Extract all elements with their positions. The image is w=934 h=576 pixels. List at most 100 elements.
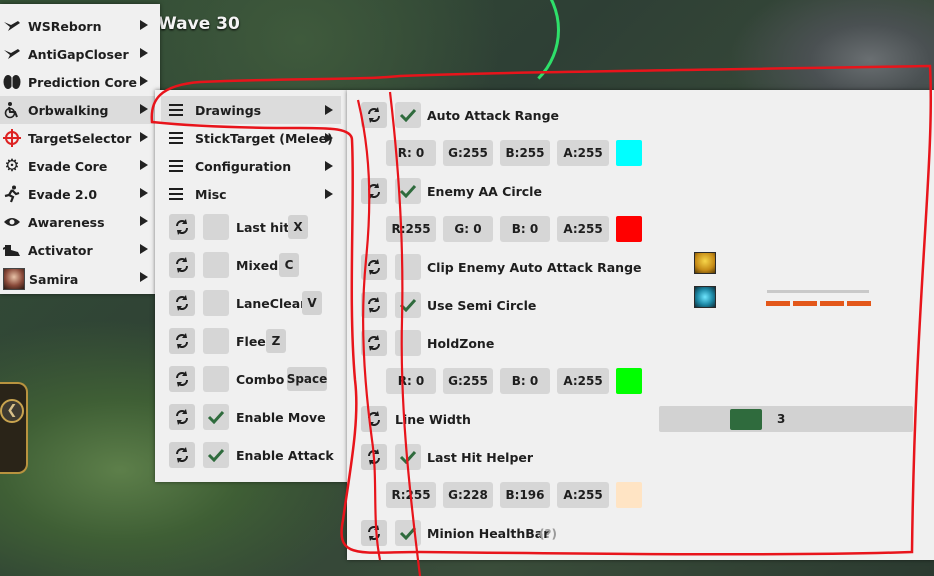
color-a-field[interactable]: A:255	[557, 140, 609, 166]
color-swatch[interactable]	[616, 140, 642, 166]
color-swatch[interactable]	[616, 368, 642, 394]
last-hit-helper-checkbox[interactable]	[395, 444, 421, 470]
ability-icon	[694, 286, 716, 308]
color-swatch[interactable]	[616, 216, 642, 242]
reset-button[interactable]	[169, 214, 195, 240]
color-b-field[interactable]: B: 0	[500, 368, 550, 394]
color-g-field[interactable]: G:255	[443, 368, 493, 394]
menu-item-samira[interactable]: Samira	[0, 264, 160, 294]
menu-item-orbwalking[interactable]: Orbwalking	[0, 96, 160, 124]
submenu-drawings[interactable]: Drawings	[161, 96, 341, 124]
chevron-right-icon	[140, 20, 148, 30]
mixed-key[interactable]: C	[279, 253, 299, 277]
reset-button[interactable]	[169, 328, 195, 354]
enable-attack-checkbox[interactable]	[203, 442, 229, 468]
health-bar-segment	[793, 301, 817, 306]
chevron-right-icon	[140, 272, 148, 282]
submenu-sticktarget[interactable]: StickTarget (Melee)	[161, 124, 341, 152]
reset-button[interactable]	[169, 442, 195, 468]
chevron-right-icon	[140, 160, 148, 170]
bird-icon	[3, 45, 21, 63]
reset-button[interactable]	[361, 102, 387, 128]
clip-enemy-aa-label: Clip Enemy Auto Attack Range	[427, 260, 642, 275]
reset-button[interactable]	[361, 520, 387, 546]
enemy-aa-circle-label: Enemy AA Circle	[427, 184, 542, 199]
reset-button[interactable]	[169, 404, 195, 430]
color-a-field[interactable]: A:255	[557, 216, 609, 242]
reset-button[interactable]	[361, 292, 387, 318]
slider-handle[interactable]	[730, 409, 762, 430]
laneclear-checkbox[interactable]	[203, 290, 229, 316]
submenu-misc[interactable]: Misc	[161, 180, 341, 208]
color-r-field[interactable]: R:255	[386, 216, 436, 242]
reset-button[interactable]	[169, 366, 195, 392]
reset-button[interactable]	[169, 252, 195, 278]
holdzone-checkbox[interactable]	[395, 330, 421, 356]
mixed-checkbox[interactable]	[203, 252, 229, 278]
reset-button[interactable]	[361, 444, 387, 470]
flee-checkbox[interactable]	[203, 328, 229, 354]
refresh-icon	[176, 219, 188, 235]
color-g-field[interactable]: G:228	[443, 482, 493, 508]
color-b-field[interactable]: B: 0	[500, 216, 550, 242]
reset-button[interactable]	[361, 254, 387, 280]
chevron-right-icon	[325, 105, 333, 115]
menu-item-activator[interactable]: Activator	[0, 236, 160, 264]
reset-button[interactable]	[361, 178, 387, 204]
color-a-field[interactable]: A:255	[557, 482, 609, 508]
color-r-field[interactable]: R:255	[386, 482, 436, 508]
chevron-right-icon	[140, 48, 148, 58]
color-g-field[interactable]: G: 0	[443, 216, 493, 242]
color-r-field[interactable]: R: 0	[386, 368, 436, 394]
running-icon	[3, 185, 21, 203]
auto-attack-range-checkbox[interactable]	[395, 102, 421, 128]
color-b-field[interactable]: B:255	[500, 140, 550, 166]
refresh-icon	[368, 297, 380, 313]
last-hit-checkbox[interactable]	[203, 214, 229, 240]
color-swatch[interactable]	[616, 482, 642, 508]
flee-key[interactable]: Z	[266, 329, 286, 353]
menu-item-label: Samira	[29, 271, 79, 287]
line-width-slider[interactable]	[659, 406, 913, 432]
last-hit-label: Last hit	[236, 220, 290, 235]
combo-checkbox[interactable]	[203, 366, 229, 392]
minion-healthbar-checkbox[interactable]	[395, 520, 421, 546]
color-b-field[interactable]: B:196	[500, 482, 550, 508]
color-g-field[interactable]: G:255	[443, 140, 493, 166]
reset-button[interactable]	[361, 406, 387, 432]
color-r-field[interactable]: R: 0	[386, 140, 436, 166]
reset-button[interactable]	[361, 330, 387, 356]
enable-move-checkbox[interactable]	[203, 404, 229, 430]
refresh-icon	[176, 295, 188, 311]
chevron-left-icon[interactable]: ❮	[0, 399, 24, 423]
champion-portrait-icon	[3, 268, 25, 290]
laneclear-key[interactable]: V	[302, 291, 322, 315]
semi-circle-checkbox[interactable]	[395, 292, 421, 318]
menu-item-label: Evade Core	[28, 158, 108, 174]
submenu-label: StickTarget (Melee)	[195, 130, 333, 146]
enemy-aa-circle-checkbox[interactable]	[395, 178, 421, 204]
help-tooltip-icon[interactable]: (?)	[539, 527, 557, 541]
menu-item-label: Prediction Core	[28, 74, 137, 90]
chevron-right-icon	[325, 133, 333, 143]
menu-item-wsreborn[interactable]: WSReborn	[0, 12, 160, 40]
checkmark-icon	[399, 108, 417, 122]
menu-item-label: Evade 2.0	[28, 186, 98, 202]
menu-item-antigapcloser[interactable]: AntiGapCloser	[0, 40, 160, 68]
menu-item-evade-core[interactable]: ⚙ Evade Core	[0, 152, 160, 180]
chevron-right-icon	[140, 244, 148, 254]
menu-item-evade-2[interactable]: Evade 2.0	[0, 180, 160, 208]
reset-button[interactable]	[169, 290, 195, 316]
menu-item-targetselector[interactable]: TargetSelector	[0, 124, 160, 152]
combo-key[interactable]: Space	[287, 367, 327, 391]
clip-enemy-aa-checkbox[interactable]	[395, 254, 421, 280]
submenu-configuration[interactable]: Configuration	[161, 152, 341, 180]
color-a-field[interactable]: A:255	[557, 368, 609, 394]
shoe-icon	[3, 241, 21, 259]
menu-item-prediction-core[interactable]: Prediction Core	[0, 68, 160, 96]
chevron-right-icon	[140, 188, 148, 198]
auto-attack-range-label: Auto Attack Range	[427, 108, 560, 123]
last-hit-key[interactable]: X	[288, 215, 308, 239]
menu-item-awareness[interactable]: Awareness	[0, 208, 160, 236]
mixed-label: Mixed	[236, 258, 279, 273]
